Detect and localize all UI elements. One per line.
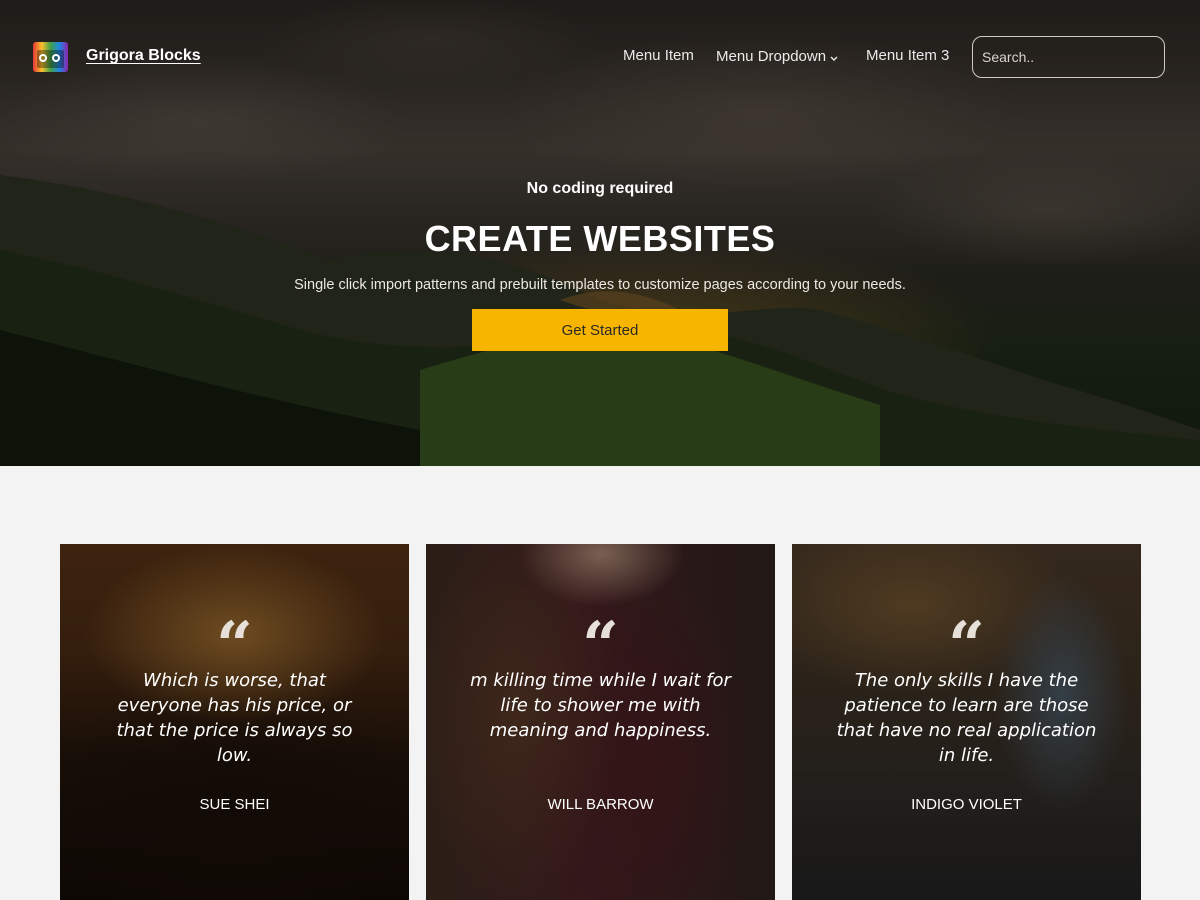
testimonial-author: INDIGO VIOLET	[911, 796, 1022, 813]
testimonial-card: “ Which is worse, that everyone has his …	[60, 544, 409, 900]
nav-item-menu-dropdown[interactable]: Menu Dropdown	[716, 47, 838, 66]
testimonial-card: “ m killing time while I wait for life t…	[426, 544, 775, 900]
get-started-button[interactable]: Get Started	[472, 309, 728, 351]
brand-link[interactable]: Grigora Blocks	[86, 47, 201, 65]
testimonial-card: “ The only skills I have the patience to…	[792, 544, 1141, 900]
hero-kicker: No coding required	[526, 180, 674, 197]
testimonial-quote: m killing time while I wait for life to …	[470, 670, 731, 741]
logo-knob	[39, 54, 47, 62]
testimonial-author: WILL BARROW	[547, 796, 654, 813]
hero-headline: CREATE WEBSITES	[424, 218, 776, 259]
nav-item-menu-item[interactable]: Menu Item	[623, 47, 694, 64]
chevron-down-icon	[830, 47, 838, 66]
testimonial-author: SUE SHEI	[199, 796, 270, 813]
nav-item-menu-item-3[interactable]: Menu Item 3	[866, 47, 949, 64]
nav-dropdown-label: Menu Dropdown	[716, 48, 827, 65]
search-input[interactable]	[972, 36, 1165, 78]
hero-subtext: Single click import patterns and prebuil…	[294, 277, 906, 293]
radio-icon[interactable]	[33, 42, 68, 72]
logo-knob	[52, 54, 60, 62]
testimonial-quote: The only skills I have the patience to l…	[836, 670, 1097, 766]
testimonial-quote: Which is worse, that everyone has his pr…	[116, 670, 353, 766]
